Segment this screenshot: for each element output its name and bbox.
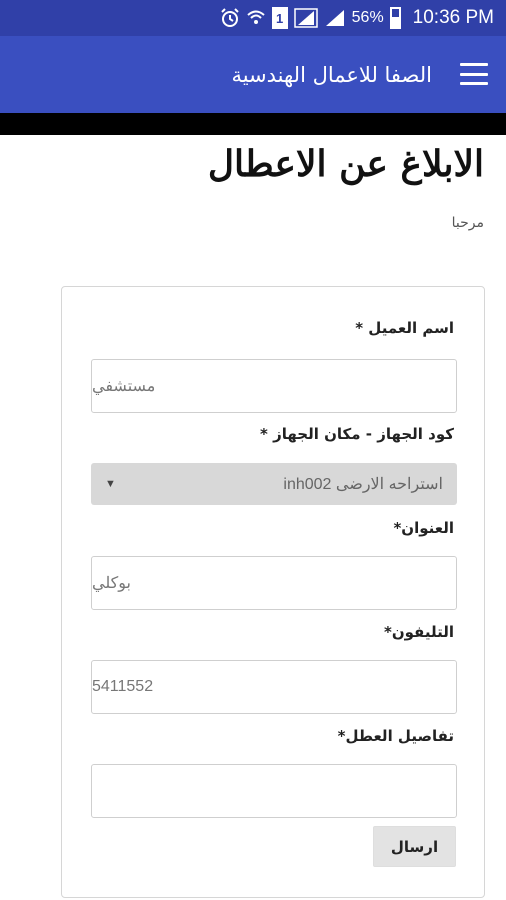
fault-report-form: اسم العميل * مستشفي كود الجهاز - مكان ال…: [61, 286, 485, 898]
sim-1-icon: 1: [271, 7, 288, 29]
welcome-text: مرحبا: [451, 215, 484, 231]
signal-icon: [293, 7, 318, 29]
device-code-select[interactable]: ▼ inh002 استراحه الارضى: [91, 463, 457, 505]
divider: [0, 113, 506, 135]
app-bar: الصفا للاعمال الهندسية: [0, 36, 506, 113]
dropdown-arrow-icon: ▼: [105, 478, 116, 490]
status-bar: 1 56% 10:36 PM: [0, 0, 506, 36]
hamburger-menu-icon[interactable]: [460, 63, 488, 85]
customer-name-field[interactable]: مستشفي: [91, 359, 457, 413]
phone-field[interactable]: 5411552: [91, 660, 457, 714]
device-code-value: inh002 استراحه الارضى: [283, 476, 443, 493]
fault-details-label: تفاصيل العطل*: [337, 727, 454, 745]
address-field[interactable]: بوكلي: [91, 556, 457, 610]
battery-icon: [389, 7, 401, 29]
page-title: الابلاغ عن الاعطال: [207, 143, 484, 185]
submit-button[interactable]: ارسال: [373, 826, 456, 867]
app-title: الصفا للاعمال الهندسية: [231, 62, 432, 87]
phone-label: التليفون*: [384, 623, 454, 641]
fault-details-field[interactable]: [91, 764, 457, 818]
battery-percent: 56%: [351, 9, 384, 26]
wifi-icon: [246, 7, 266, 29]
customer-name-label: اسم العميل *: [355, 319, 454, 337]
device-code-label: كود الجهاز - مكان الجهاز *: [260, 425, 454, 443]
alarm-icon: [220, 7, 240, 29]
signal-icon: [324, 7, 346, 29]
address-label: العنوان*: [393, 519, 454, 537]
clock: 10:36 PM: [412, 7, 494, 28]
